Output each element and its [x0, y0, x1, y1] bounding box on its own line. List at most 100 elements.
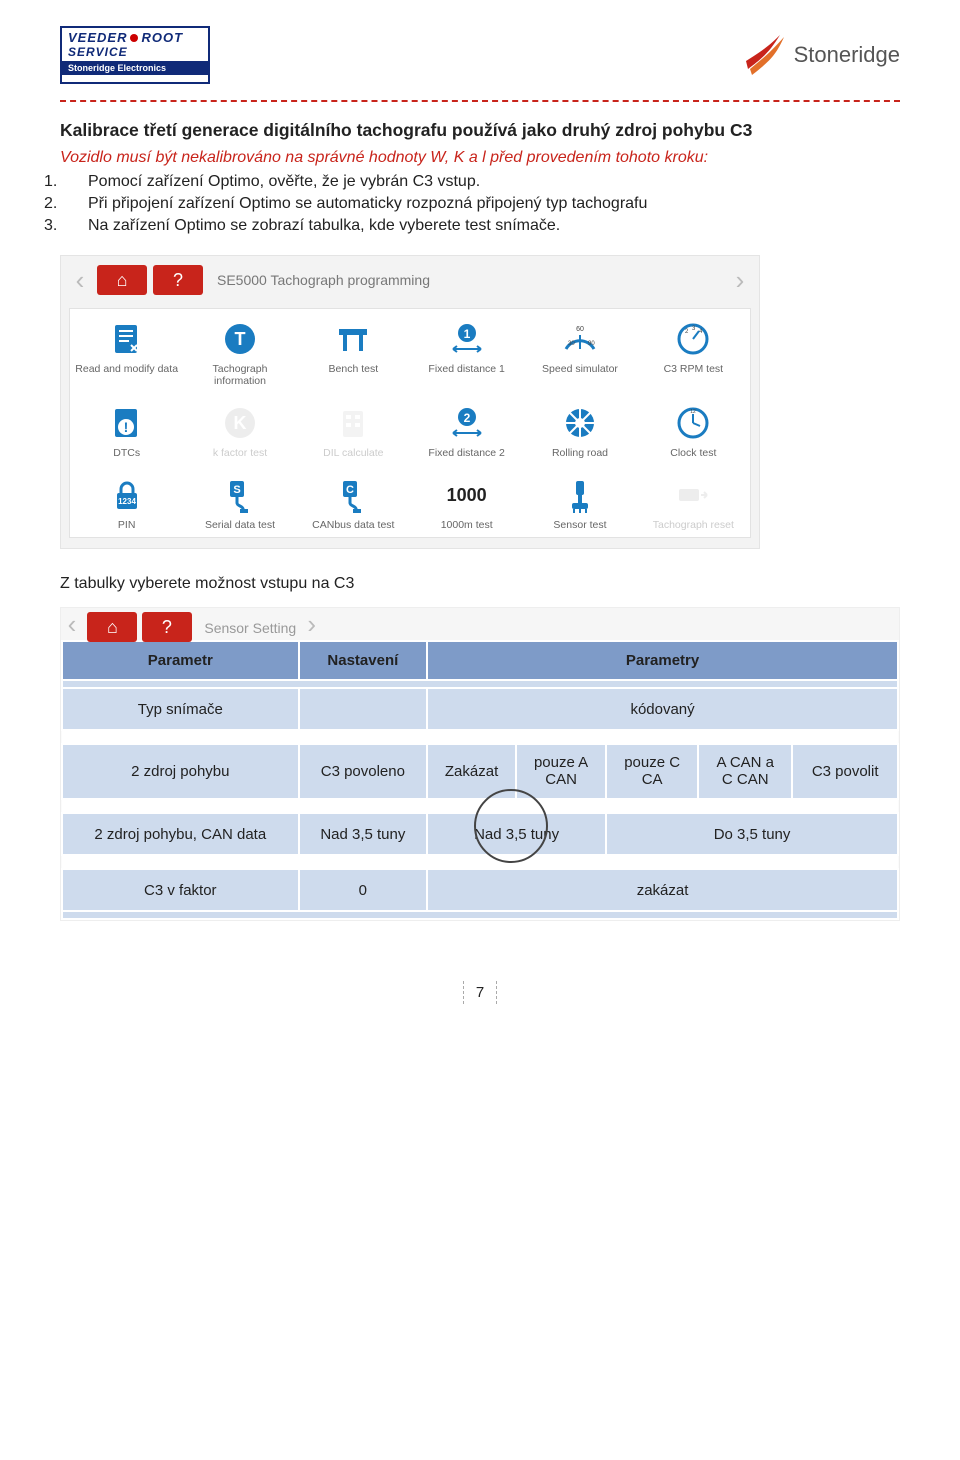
optimo-item-label: Tachograph reset: [641, 519, 746, 531]
pad-icon: [301, 401, 406, 445]
optimo-item-label: DTCs: [74, 447, 179, 459]
divider: [60, 100, 900, 102]
forward-button[interactable]: ›: [301, 608, 323, 640]
circle-t-icon: T: [187, 317, 292, 361]
optimo-item-label: CANbus data test: [301, 519, 406, 531]
veeder-root: ROOT: [141, 30, 183, 45]
optimo-item-sensor[interactable]: Sensor test: [523, 465, 636, 537]
svg-text:C: C: [346, 484, 354, 496]
table-header-row: Parametr Nastavení Parametry: [62, 641, 898, 680]
rpm-icon: 234: [641, 317, 746, 361]
step-item: 3.Na zařízení Optimo se zobrazí tabulka,…: [88, 217, 900, 235]
table-cell: 0: [299, 869, 427, 911]
bench-icon: [301, 317, 406, 361]
doc-warn-icon: !: [74, 401, 179, 445]
table-cell: Zakázat: [427, 744, 516, 799]
page-title: Kalibrace třetí generace digitálního tac…: [60, 120, 900, 141]
svg-text:K: K: [233, 413, 246, 433]
forward-button[interactable]: ›: [729, 264, 751, 296]
optimo-item-fd-2[interactable]: 2 Fixed distance 2: [410, 393, 523, 465]
optimo-item-lock-pin[interactable]: 1234 PIN: [70, 465, 183, 537]
table-cell: C3 povoleno: [299, 744, 427, 799]
params-table: Parametr Nastavení Parametry Typ snímače…: [61, 640, 899, 920]
fd-2-icon: 2: [414, 401, 519, 445]
clock-icon: 12: [641, 401, 746, 445]
optimo-item-label: Read and modify data: [74, 363, 179, 375]
svg-text:!: !: [123, 419, 128, 435]
table-cell: zakázat: [427, 869, 898, 911]
optimo-grid: Read and modify data TTachograph informat…: [69, 308, 751, 538]
optimo-topbar: ‹ ⌂ ? SE5000 Tachograph programming ›: [61, 256, 759, 304]
breadcrumb: SE5000 Tachograph programming: [217, 272, 430, 288]
table-cell: Nad 3,5 tuny: [299, 813, 427, 855]
veeder-root-logo: VEEDER ROOT SERVICE Stoneridge Electroni…: [60, 26, 210, 84]
table-row: 2 zdroj pohybuC3 povolenoZakázatpouze AC…: [62, 744, 898, 799]
veeder-name: VEEDER: [68, 30, 127, 45]
col-nastaveni: Nastavení: [299, 641, 427, 680]
home-button[interactable]: ⌂: [97, 265, 147, 295]
optimo-item-label: Serial data test: [187, 519, 292, 531]
optimo-item-label: Fixed distance 2: [414, 447, 519, 459]
back-button[interactable]: ‹: [61, 608, 83, 640]
table-cell: pouze ACAN: [516, 744, 606, 799]
optimo-item-num-1000[interactable]: 10001000m test: [410, 465, 523, 537]
optimo-item-label: Speed simulator: [527, 363, 632, 375]
fd-1-icon: 1: [414, 317, 519, 361]
stoneridge-text: Stoneridge: [794, 42, 900, 68]
optimo-item-bench[interactable]: Bench test: [297, 309, 410, 393]
doc-edit-icon: [74, 317, 179, 361]
optimo-item-serial-s[interactable]: S Serial data test: [183, 465, 296, 537]
optimo-item-label: 1000m test: [414, 519, 519, 531]
svg-text:60: 60: [576, 326, 584, 333]
svg-text:S: S: [233, 484, 240, 496]
sensor-panel: ‹ ⌂ ? Sensor Setting › Parametr Nastaven…: [60, 607, 900, 921]
optimo-item-label: C3 RPM test: [641, 363, 746, 375]
optimo-item-wheel[interactable]: Rolling road: [523, 393, 636, 465]
logo-dot-icon: [130, 34, 138, 42]
circle-k-icon: K: [187, 401, 292, 445]
optimo-item-can-c[interactable]: C CANbus data test: [297, 465, 410, 537]
optimo-item-circle-t[interactable]: TTachograph information: [183, 309, 296, 393]
svg-text:1234: 1234: [118, 497, 136, 506]
col-parametry: Parametry: [427, 641, 898, 680]
optimo-item-clock[interactable]: 12 Clock test: [637, 393, 750, 465]
lock-pin-icon: 1234: [74, 473, 179, 517]
optimo-item-doc-edit[interactable]: Read and modify data: [70, 309, 183, 393]
svg-text:2: 2: [463, 411, 470, 425]
optimo-item-fd-1[interactable]: 1Fixed distance 1: [410, 309, 523, 393]
optimo-item-rpm[interactable]: 234 C3 RPM test: [637, 309, 750, 393]
svg-text:3: 3: [692, 326, 696, 332]
optimo-item-speedo-60[interactable]: 603090 Speed simulator: [523, 309, 636, 393]
table-row: C3 v faktor0zakázat: [62, 869, 898, 911]
optimo-item-label: Rolling road: [527, 447, 632, 459]
table-cell: pouze CCA: [606, 744, 698, 799]
speedo-60-icon: 603090: [527, 317, 632, 361]
help-button[interactable]: ?: [153, 265, 203, 295]
page-footer: 7: [60, 981, 900, 1004]
optimo-item-doc-warn[interactable]: ! DTCs: [70, 393, 183, 465]
optimo-item-label: PIN: [74, 519, 179, 531]
table-cell: C3 povolit: [792, 744, 898, 799]
table-row: Typ snímačekódovaný: [62, 688, 898, 730]
help-button[interactable]: ?: [142, 612, 192, 642]
svg-text:90: 90: [588, 341, 595, 347]
optimo-item-pad: DIL calculate: [297, 393, 410, 465]
between-text: Z tabulky vyberete možnost vstupu na C3: [60, 575, 900, 593]
table-cell: 2 zdroj pohybu: [62, 744, 299, 799]
step-text: Při připojení zařízení Optimo se automat…: [88, 195, 647, 212]
table-cell: kódovaný: [427, 688, 898, 730]
optimo-panel: ‹ ⌂ ? SE5000 Tachograph programming › Re…: [60, 255, 760, 549]
table-cell: [299, 688, 427, 730]
page-subtitle: Vozidlo musí být nekalibrováno na správn…: [60, 149, 900, 167]
svg-text:1: 1: [463, 327, 470, 341]
back-button[interactable]: ‹: [69, 264, 91, 296]
can-c-icon: C: [301, 473, 406, 517]
optimo-item-label: Clock test: [641, 447, 746, 459]
reset-icon: [641, 473, 746, 517]
sensor-icon: [527, 473, 632, 517]
optimo-item-label: Bench test: [301, 363, 406, 375]
optimo-item-circle-k: Kk factor test: [183, 393, 296, 465]
col-parametr: Parametr: [62, 641, 299, 680]
home-button[interactable]: ⌂: [87, 612, 137, 642]
step-item: 1.Pomocí zařízení Optimo, ověřte, že je …: [88, 173, 900, 191]
